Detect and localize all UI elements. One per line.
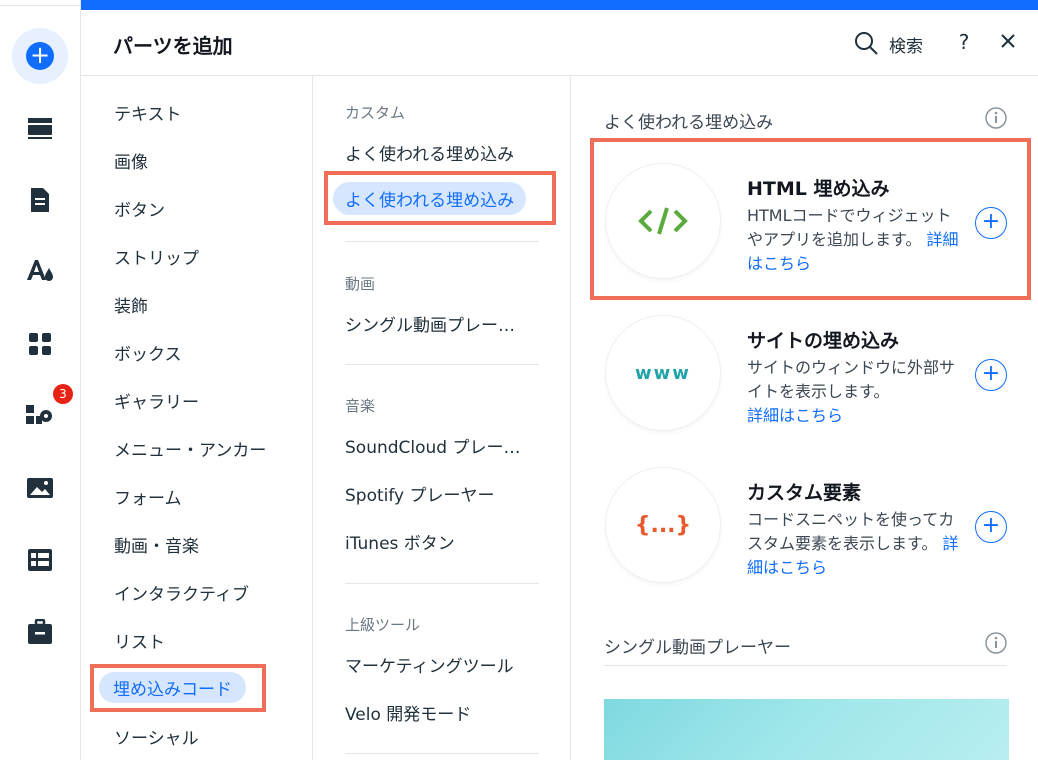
subnav-item-marketing-tools[interactable]: マーケティングツール [345, 652, 514, 677]
sections-button[interactable] [12, 100, 68, 156]
card-title: サイトの埋め込み [747, 330, 900, 352]
rail-top-divider [0, 0, 81, 6]
apps-grid-icon [29, 333, 51, 355]
add-elements-button[interactable]: + [12, 28, 68, 84]
top-accent-bar [81, 0, 1038, 10]
card-description-text: サイトのウィンドウに外部サイトを表示します。 [747, 358, 956, 401]
category-item-menu-anchor[interactable]: メニュー・アンカー [114, 436, 266, 461]
category-item-box[interactable]: ボックス [114, 340, 182, 365]
sections-icon [28, 118, 52, 139]
category-list: テキスト 画像 ボタン ストリップ 装飾 ボックス ギャラリー メニュー・アンカ… [81, 76, 313, 760]
embed-card-site[interactable]: www サイトの埋め込み サイトのウィンドウに外部サイトを表示します。詳細はこち… [604, 304, 1012, 434]
close-icon[interactable] [997, 30, 1019, 52]
category-highlight-frame [90, 664, 266, 712]
www-icon: www [606, 316, 720, 430]
category-item-strip[interactable]: ストリップ [114, 244, 199, 269]
subnav-item-spotify[interactable]: Spotify プレーヤー [345, 481, 495, 506]
theme-button[interactable] [12, 244, 68, 300]
category-item-decorative[interactable]: 装飾 [114, 292, 148, 317]
section-divider [604, 665, 1007, 666]
category-item-button[interactable]: ボタン [114, 196, 165, 221]
pages-button[interactable] [12, 172, 68, 228]
category-item-gallery[interactable]: ギャラリー [114, 388, 199, 413]
briefcase-icon [28, 619, 52, 644]
subnav-item-single-video-player[interactable]: シングル動画プレー… [345, 311, 515, 336]
video-player-preview[interactable] [604, 699, 1009, 760]
subnav-highlight-frame [324, 171, 556, 225]
category-item-text[interactable]: テキスト [114, 100, 182, 125]
category-item-video-music[interactable]: 動画・音楽 [114, 532, 199, 557]
subnav-item-soundcloud[interactable]: SoundCloud プレー… [345, 433, 521, 458]
card-title: カスタム要素 [747, 482, 862, 504]
learn-more-link[interactable]: 詳細はこちら [747, 406, 843, 425]
subnav-divider [345, 753, 539, 754]
add-button[interactable]: + [975, 511, 1007, 543]
subnav-item-itunes[interactable]: iTunes ボタン [345, 529, 455, 554]
subnav-heading-custom: カスタム [345, 104, 406, 122]
category-item-form[interactable]: フォーム [114, 484, 182, 509]
braces-glyph: {...} [634, 512, 692, 538]
subnav-divider [345, 583, 539, 584]
text-color-icon [27, 260, 53, 281]
card-description: サイトのウィンドウに外部サイトを表示します。詳細はこちら [747, 356, 959, 428]
www-glyph: www [635, 362, 691, 384]
subnav-divider [345, 364, 539, 365]
subnav-item-velo[interactable]: Velo 開発モード [345, 700, 471, 725]
subnav-heading-video: 動画 [345, 275, 376, 293]
info-icon[interactable] [985, 107, 1007, 129]
card-highlight-frame [590, 138, 1031, 300]
add-button[interactable]: + [975, 359, 1007, 391]
apps-button[interactable] [12, 316, 68, 372]
panel-header: パーツを追加 検索 ? [81, 10, 1038, 76]
section-title-popular: よく使われる埋め込み [604, 113, 774, 133]
category-item-list[interactable]: リスト [114, 628, 165, 653]
notification-badge: 3 [53, 384, 73, 404]
info-icon[interactable] [985, 632, 1007, 654]
section-title-single-video: シングル動画プレーヤー [604, 638, 791, 658]
plus-icon: + [26, 42, 54, 70]
media-button[interactable] [12, 460, 68, 516]
subnav-divider [345, 241, 539, 242]
help-button[interactable]: ? [955, 30, 973, 54]
subnav-heading-music: 音楽 [345, 397, 376, 415]
card-description-text: コードスニペットを使ってカスタム要素を表示します。 [747, 510, 955, 553]
portfolio-button[interactable] [12, 604, 68, 660]
search-icon[interactable] [853, 30, 879, 56]
table-icon [28, 549, 52, 571]
elements-panel: よく使われる埋め込み HTML 埋め込み HTMLコードでウィジェットやアプリを… [571, 76, 1038, 760]
puzzle-gear-icon [26, 405, 52, 424]
page-icon [31, 188, 49, 212]
category-item-social[interactable]: ソーシャル [114, 724, 199, 749]
embed-card-custom-element[interactable]: {...} カスタム要素 コードスニペットを使ってカスタム要素を表示します。 詳… [604, 456, 1012, 586]
braces-icon: {...} [606, 468, 720, 582]
image-icon [27, 478, 53, 498]
cms-button[interactable] [12, 532, 68, 588]
subnav-item-popular-embeds[interactable]: よく使われる埋め込み [345, 140, 514, 165]
card-description: コードスニペットを使ってカスタム要素を表示します。 詳細はこちら [747, 508, 959, 580]
search-button[interactable]: 検索 [889, 32, 923, 57]
subcategory-list: カスタム よく使われる埋め込み よく使われる埋め込み 動画 シングル動画プレー…… [313, 76, 571, 760]
subnav-heading-advanced: 上級ツール [345, 616, 421, 634]
panel-title: パーツを追加 [113, 34, 233, 58]
left-tool-rail: + 3 [0, 0, 81, 760]
category-item-interactive[interactable]: インタラクティブ [114, 580, 249, 605]
category-item-image[interactable]: 画像 [114, 148, 148, 173]
